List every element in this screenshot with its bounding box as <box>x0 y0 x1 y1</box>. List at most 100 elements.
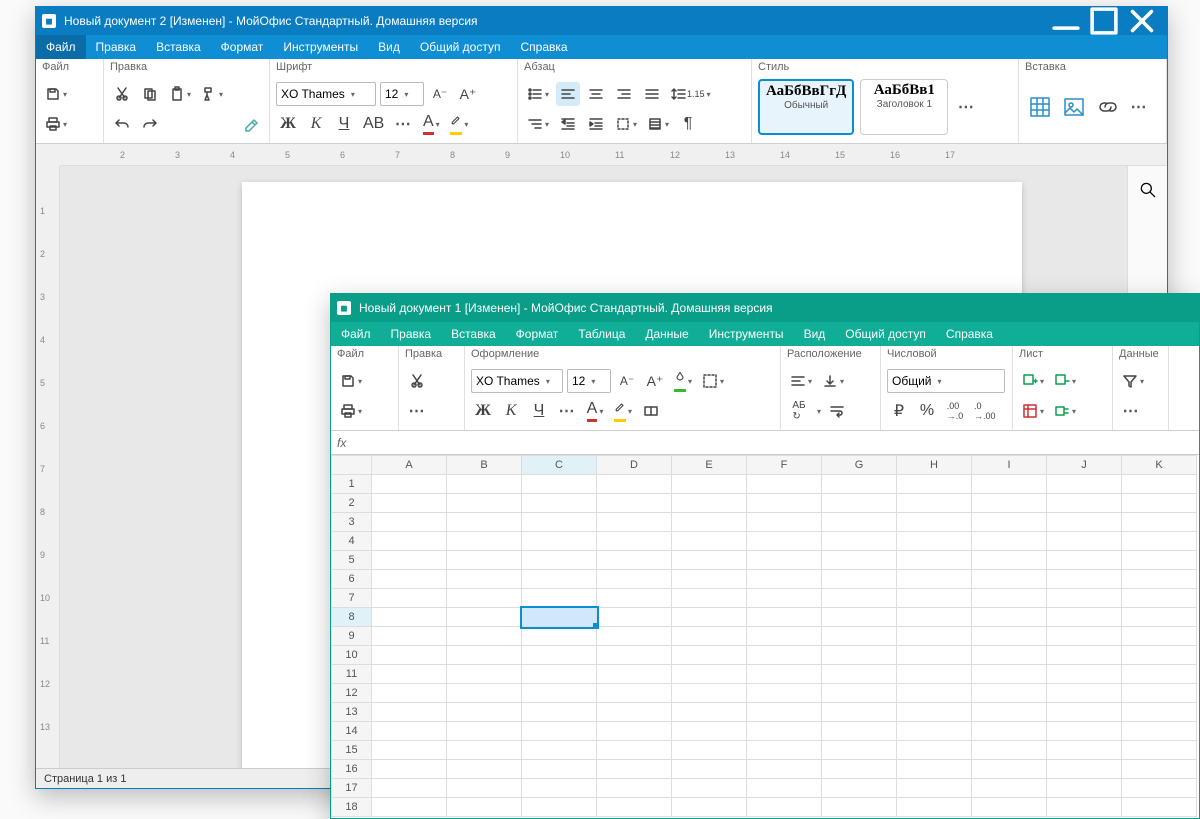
cell-C12[interactable] <box>522 684 597 703</box>
cell-J4[interactable] <box>1047 532 1122 551</box>
cell-K17[interactable] <box>1122 779 1197 798</box>
cell-F12[interactable] <box>747 684 822 703</box>
cell-C3[interactable] <box>522 513 597 532</box>
save-button[interactable]: ▾ <box>42 82 70 106</box>
cell-C7[interactable] <box>522 589 597 608</box>
row-header-12[interactable]: 12 <box>332 684 372 703</box>
insert-cells-button[interactable]: ▾ <box>1019 369 1047 393</box>
cell-D16[interactable] <box>597 760 672 779</box>
paste-button[interactable]: ▾ <box>166 82 194 106</box>
cell-B1[interactable] <box>447 475 522 494</box>
cell-H16[interactable] <box>897 760 972 779</box>
titlebar[interactable]: ◼ Новый документ 2 [Изменен] - МойОфис С… <box>36 7 1167 35</box>
cell-F15[interactable] <box>747 741 822 760</box>
fill-color-button[interactable]: ▾ <box>671 369 695 393</box>
menu-item-формат[interactable]: Формат <box>506 322 569 346</box>
cell-G9[interactable] <box>822 627 897 646</box>
cell-E12[interactable] <box>672 684 747 703</box>
strikethrough-button[interactable]: AB <box>360 112 387 136</box>
cell-B14[interactable] <box>447 722 522 741</box>
cell-G17[interactable] <box>822 779 897 798</box>
cell-H11[interactable] <box>897 665 972 684</box>
cell-K4[interactable] <box>1122 532 1197 551</box>
rotate-text-button[interactable]: AБ↻ <box>787 399 811 423</box>
cell-I14[interactable] <box>972 722 1047 741</box>
cell-C18[interactable] <box>522 798 597 817</box>
cell-J5[interactable] <box>1047 551 1122 570</box>
cell-A17[interactable] <box>372 779 447 798</box>
cell-B5[interactable] <box>447 551 522 570</box>
cell-B16[interactable] <box>447 760 522 779</box>
cell-C4[interactable] <box>522 532 597 551</box>
wrap-text-button[interactable] <box>825 399 849 423</box>
cell-J7[interactable] <box>1047 589 1122 608</box>
cell-J3[interactable] <box>1047 513 1122 532</box>
cell-A14[interactable] <box>372 722 447 741</box>
cell-C14[interactable] <box>522 722 597 741</box>
more-insert-button[interactable]: ⋯ <box>1127 89 1151 125</box>
maximize-button[interactable] <box>1085 7 1123 35</box>
cell-H14[interactable] <box>897 722 972 741</box>
font-family-select[interactable]: XO Thames▾ <box>276 82 376 106</box>
cell-F17[interactable] <box>747 779 822 798</box>
align-left-button[interactable]: ▾ <box>787 369 815 393</box>
row-header-6[interactable]: 6 <box>332 570 372 589</box>
menu-item-общий доступ[interactable]: Общий доступ <box>835 322 936 346</box>
cell-J10[interactable] <box>1047 646 1122 665</box>
save-button[interactable]: ▾ <box>337 369 365 393</box>
cell-C10[interactable] <box>522 646 597 665</box>
cell-K5[interactable] <box>1122 551 1197 570</box>
cell-E1[interactable] <box>672 475 747 494</box>
cell-D9[interactable] <box>597 627 672 646</box>
cell-G4[interactable] <box>822 532 897 551</box>
cell-B4[interactable] <box>447 532 522 551</box>
cell-F1[interactable] <box>747 475 822 494</box>
print-button[interactable]: ▾ <box>42 112 70 136</box>
print-button[interactable]: ▾ <box>337 399 365 423</box>
cell-D4[interactable] <box>597 532 672 551</box>
cell-E16[interactable] <box>672 760 747 779</box>
style-Заголовок 1[interactable]: АаБбВв1Заголовок 1 <box>860 79 948 135</box>
row-header-16[interactable]: 16 <box>332 760 372 779</box>
cell-F8[interactable] <box>747 608 822 627</box>
menu-item-правка[interactable]: Правка <box>381 322 442 346</box>
cell-D7[interactable] <box>597 589 672 608</box>
cell-H12[interactable] <box>897 684 972 703</box>
search-button[interactable] <box>1132 174 1164 206</box>
menu-item-формат[interactable]: Формат <box>211 35 274 59</box>
cell-F10[interactable] <box>747 646 822 665</box>
cell-F5[interactable] <box>747 551 822 570</box>
cell-K9[interactable] <box>1122 627 1197 646</box>
cell-A3[interactable] <box>372 513 447 532</box>
percent-button[interactable]: % <box>915 399 939 423</box>
insert-link-button[interactable] <box>1093 89 1123 125</box>
cell-D5[interactable] <box>597 551 672 570</box>
cell-A2[interactable] <box>372 494 447 513</box>
line-spacing-button[interactable]: 1.15▾ <box>668 82 714 106</box>
cell-I12[interactable] <box>972 684 1047 703</box>
cell-J16[interactable] <box>1047 760 1122 779</box>
cell-B2[interactable] <box>447 494 522 513</box>
cell-I10[interactable] <box>972 646 1047 665</box>
cell-I8[interactable] <box>972 608 1047 627</box>
cell-A13[interactable] <box>372 703 447 722</box>
cell-D6[interactable] <box>597 570 672 589</box>
menu-item-правка[interactable]: Правка <box>86 35 147 59</box>
column-header-A[interactable]: A <box>372 456 447 475</box>
cell-G15[interactable] <box>822 741 897 760</box>
row-header-13[interactable]: 13 <box>332 703 372 722</box>
column-header-B[interactable]: B <box>447 456 522 475</box>
row-header-14[interactable]: 14 <box>332 722 372 741</box>
cell-I1[interactable] <box>972 475 1047 494</box>
underline-button[interactable]: Ч <box>527 399 551 423</box>
decrease-decimal-button[interactable]: .00→.0 <box>943 399 967 423</box>
cell-I11[interactable] <box>972 665 1047 684</box>
merge-cells-button[interactable] <box>639 399 663 423</box>
cell-H4[interactable] <box>897 532 972 551</box>
increase-font-button[interactable]: A⁺ <box>643 369 667 393</box>
cell-C6[interactable] <box>522 570 597 589</box>
delete-cells-button[interactable]: ▾ <box>1051 369 1079 393</box>
undo-button[interactable] <box>110 112 134 136</box>
column-header-F[interactable]: F <box>747 456 822 475</box>
menu-item-инструменты[interactable]: Инструменты <box>699 322 794 346</box>
